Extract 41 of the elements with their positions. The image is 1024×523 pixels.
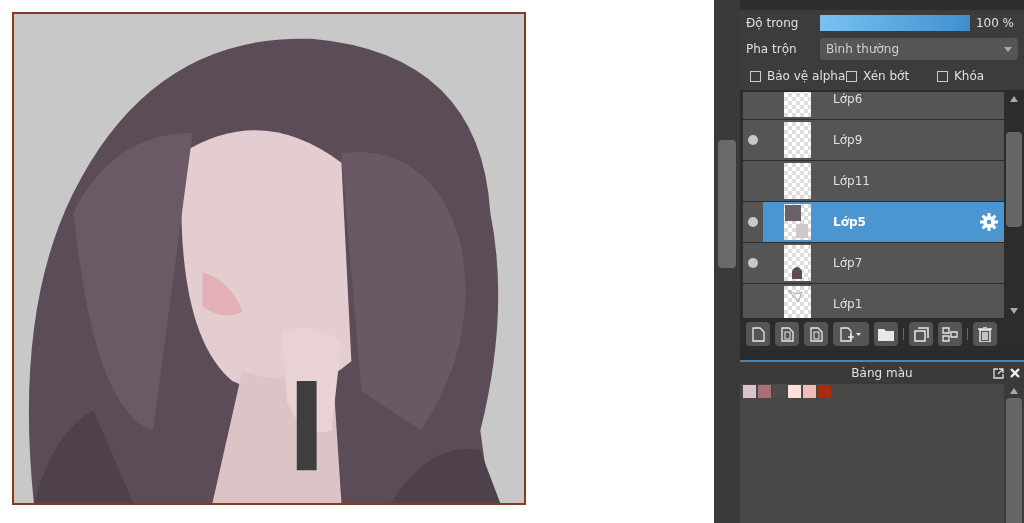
layer-tool-button[interactable] (938, 322, 962, 346)
color-swatch[interactable] (743, 385, 756, 398)
layer-item[interactable]: Lớp5 (763, 202, 1004, 242)
layer-tool-button[interactable] (775, 322, 799, 346)
scrollbar-thumb[interactable] (1006, 132, 1022, 227)
gear-icon[interactable] (980, 213, 998, 231)
layer-tool-button[interactable] (973, 322, 997, 346)
panel-title: Bảng màu (851, 365, 913, 382)
opacity-value: 100 % (975, 15, 1015, 32)
merge-icon (942, 326, 958, 342)
layer-thumbnail (784, 163, 811, 199)
blend-mode-label: Pha trộn (746, 41, 798, 58)
trash-icon (978, 326, 992, 342)
close-icon[interactable] (1010, 368, 1020, 378)
layer-tool-button[interactable] (833, 322, 869, 346)
dropdown-arrow-icon (1004, 46, 1012, 52)
detach-icon[interactable] (993, 367, 1004, 379)
option-checkbox[interactable]: Khóa (937, 67, 985, 85)
layer-thumbnail (784, 204, 811, 240)
scrollbar-thumb[interactable] (1006, 398, 1022, 523)
color-swatch[interactable] (758, 385, 771, 398)
scrollbar-thumb[interactable] (718, 140, 736, 268)
folder-icon (878, 327, 894, 341)
option-checkbox[interactable]: Bảo vệ alpha (750, 67, 846, 85)
layer-tool-button[interactable] (909, 322, 933, 346)
opacity-label: Độ trong (746, 15, 800, 32)
add-layer-menu-icon (840, 326, 862, 342)
color-swatch[interactable] (818, 385, 831, 398)
color-swatch[interactable] (788, 385, 801, 398)
layer-tool-button[interactable] (874, 322, 898, 346)
option-checkbox[interactable]: Xén bớt (846, 67, 937, 85)
color-swatch[interactable] (803, 385, 816, 398)
layer-thumbnail (784, 286, 811, 318)
duplicate-icon (913, 326, 929, 342)
scroll-up-arrow-icon[interactable] (1010, 96, 1018, 102)
layer-thumbnail (784, 122, 811, 158)
blend-mode-dropdown[interactable]: Bình thường (820, 38, 1018, 60)
new-layer-icon (751, 326, 765, 342)
layer-tool-button[interactable] (804, 322, 828, 346)
opacity-slider[interactable] (820, 15, 970, 31)
layer-tool-button[interactable] (746, 322, 770, 346)
